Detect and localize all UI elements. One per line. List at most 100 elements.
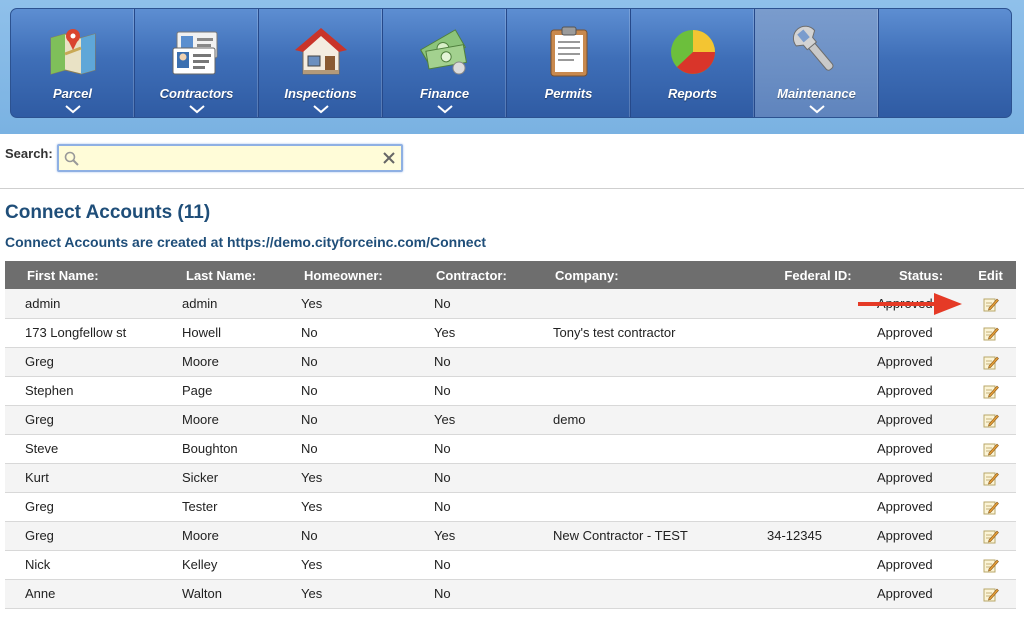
chevron-down-icon xyxy=(436,105,453,114)
header-federal-id[interactable]: Federal ID: xyxy=(759,261,877,289)
edit-icon[interactable] xyxy=(983,441,999,457)
cell-contractor: No xyxy=(432,492,553,522)
cell-first-name: Greg xyxy=(5,405,180,435)
header-homeowner[interactable]: Homeowner: xyxy=(301,261,432,289)
cell-status: Approved xyxy=(877,405,965,435)
cell-first-name: Anne xyxy=(5,579,180,609)
cell-homeowner: Yes xyxy=(301,289,432,319)
cell-last-name: Tester xyxy=(180,492,301,522)
map-icon xyxy=(50,29,95,75)
edit-icon[interactable] xyxy=(983,586,999,602)
cell-homeowner: No xyxy=(301,405,432,435)
table-row: Greg Moore No Yes New Contractor - TEST 34-12… xyxy=(5,521,1016,551)
nav-item-contractors[interactable]: Contractors xyxy=(135,9,259,117)
nav-item-permits[interactable]: Permits xyxy=(507,9,631,117)
cell-homeowner: No xyxy=(301,521,432,551)
cell-homeowner: Yes xyxy=(301,579,432,609)
cell-contractor: No xyxy=(432,376,553,406)
edit-icon[interactable] xyxy=(983,470,999,486)
cell-edit xyxy=(965,347,1016,377)
cell-edit xyxy=(965,550,1016,580)
cell-contractor: Yes xyxy=(432,405,553,435)
header-edit: Edit xyxy=(965,261,1016,289)
cell-contractor: No xyxy=(432,579,553,609)
cell-last-name: admin xyxy=(180,289,301,319)
cell-federal-id xyxy=(759,463,877,493)
cell-federal-id xyxy=(759,579,877,609)
table-row: Anne Walton Yes No Approved xyxy=(5,579,1016,609)
nav-item-reports[interactable]: Reports xyxy=(631,9,755,117)
cell-federal-id: 34-12345 xyxy=(759,521,877,551)
cell-contractor: No xyxy=(432,550,553,580)
page-subtitle: Connect Accounts are created at https://… xyxy=(5,234,487,250)
cell-edit xyxy=(965,405,1016,435)
cell-last-name: Kelley xyxy=(180,550,301,580)
annotation-arrow xyxy=(858,293,962,315)
header-contractor[interactable]: Contractor: xyxy=(432,261,553,289)
nav-item-parcel[interactable]: Parcel xyxy=(11,9,135,117)
search-icon xyxy=(64,151,79,166)
edit-icon[interactable] xyxy=(983,383,999,399)
cell-edit xyxy=(965,318,1016,348)
cell-status: Approved xyxy=(877,579,965,609)
cell-edit xyxy=(965,376,1016,406)
cell-first-name: Greg xyxy=(5,492,180,522)
cell-company xyxy=(553,492,759,522)
cell-company: New Contractor - TEST xyxy=(553,521,759,551)
edit-icon[interactable] xyxy=(983,499,999,515)
divider xyxy=(0,188,1024,189)
edit-icon[interactable] xyxy=(983,354,999,370)
cell-edit xyxy=(965,579,1016,609)
table-row: Kurt Sicker Yes No Approved xyxy=(5,463,1016,493)
nav-empty-space xyxy=(879,9,1011,117)
edit-icon[interactable] xyxy=(983,557,999,573)
cell-company: demo xyxy=(553,405,759,435)
search-input[interactable] xyxy=(82,148,379,168)
search-label: Search: xyxy=(5,145,53,161)
nav-item-finance[interactable]: Finance xyxy=(383,9,507,117)
table-row: 173 Longfellow st Howell No Yes Tony's test … xyxy=(5,318,1016,348)
cell-status: Approved xyxy=(877,521,965,551)
table-row: Greg Tester Yes No Approved xyxy=(5,492,1016,522)
cell-company xyxy=(553,347,759,377)
edit-icon[interactable] xyxy=(983,528,999,544)
cell-homeowner: No xyxy=(301,376,432,406)
edit-icon[interactable] xyxy=(983,296,999,312)
edit-icon[interactable] xyxy=(983,412,999,428)
header-last-name[interactable]: Last Name: xyxy=(180,261,301,289)
cell-homeowner: Yes xyxy=(301,550,432,580)
cell-status: Approved xyxy=(877,376,965,406)
cell-status: Approved xyxy=(877,434,965,464)
chevron-down-icon xyxy=(312,105,329,114)
cell-last-name: Howell xyxy=(180,318,301,348)
cell-last-name: Boughton xyxy=(180,434,301,464)
nav-label: Permits xyxy=(544,86,593,101)
header-company[interactable]: Company: xyxy=(553,261,759,289)
cell-homeowner: Yes xyxy=(301,463,432,493)
cell-edit xyxy=(965,521,1016,551)
cell-first-name: 173 Longfellow st xyxy=(5,318,180,348)
nav-item-maintenance[interactable]: Maintenance xyxy=(755,9,879,117)
nav-label: Maintenance xyxy=(777,86,856,101)
nav-label: Parcel xyxy=(52,86,93,101)
cell-contractor: Yes xyxy=(432,318,553,348)
cell-homeowner: No xyxy=(301,434,432,464)
edit-icon[interactable] xyxy=(983,325,999,341)
cell-contractor: No xyxy=(432,434,553,464)
cell-contractor: No xyxy=(432,463,553,493)
chevron-down-icon xyxy=(808,105,825,114)
header-first-name[interactable]: First Name: xyxy=(5,261,180,289)
nav-label: Finance xyxy=(419,86,470,101)
chevron-down-icon xyxy=(188,105,205,114)
top-nav-background: Parcel Contractors Inspections Finance P… xyxy=(0,0,1024,134)
cell-first-name: Stephen xyxy=(5,376,180,406)
wrench-icon xyxy=(792,25,833,71)
clear-icon[interactable] xyxy=(382,152,395,164)
header-status[interactable]: Status: xyxy=(877,261,965,289)
search-box[interactable] xyxy=(56,144,403,172)
chevron-down-icon xyxy=(64,105,81,114)
cell-company xyxy=(553,579,759,609)
cell-last-name: Sicker xyxy=(180,463,301,493)
money-icon xyxy=(419,29,467,75)
nav-item-inspections[interactable]: Inspections xyxy=(259,9,383,117)
